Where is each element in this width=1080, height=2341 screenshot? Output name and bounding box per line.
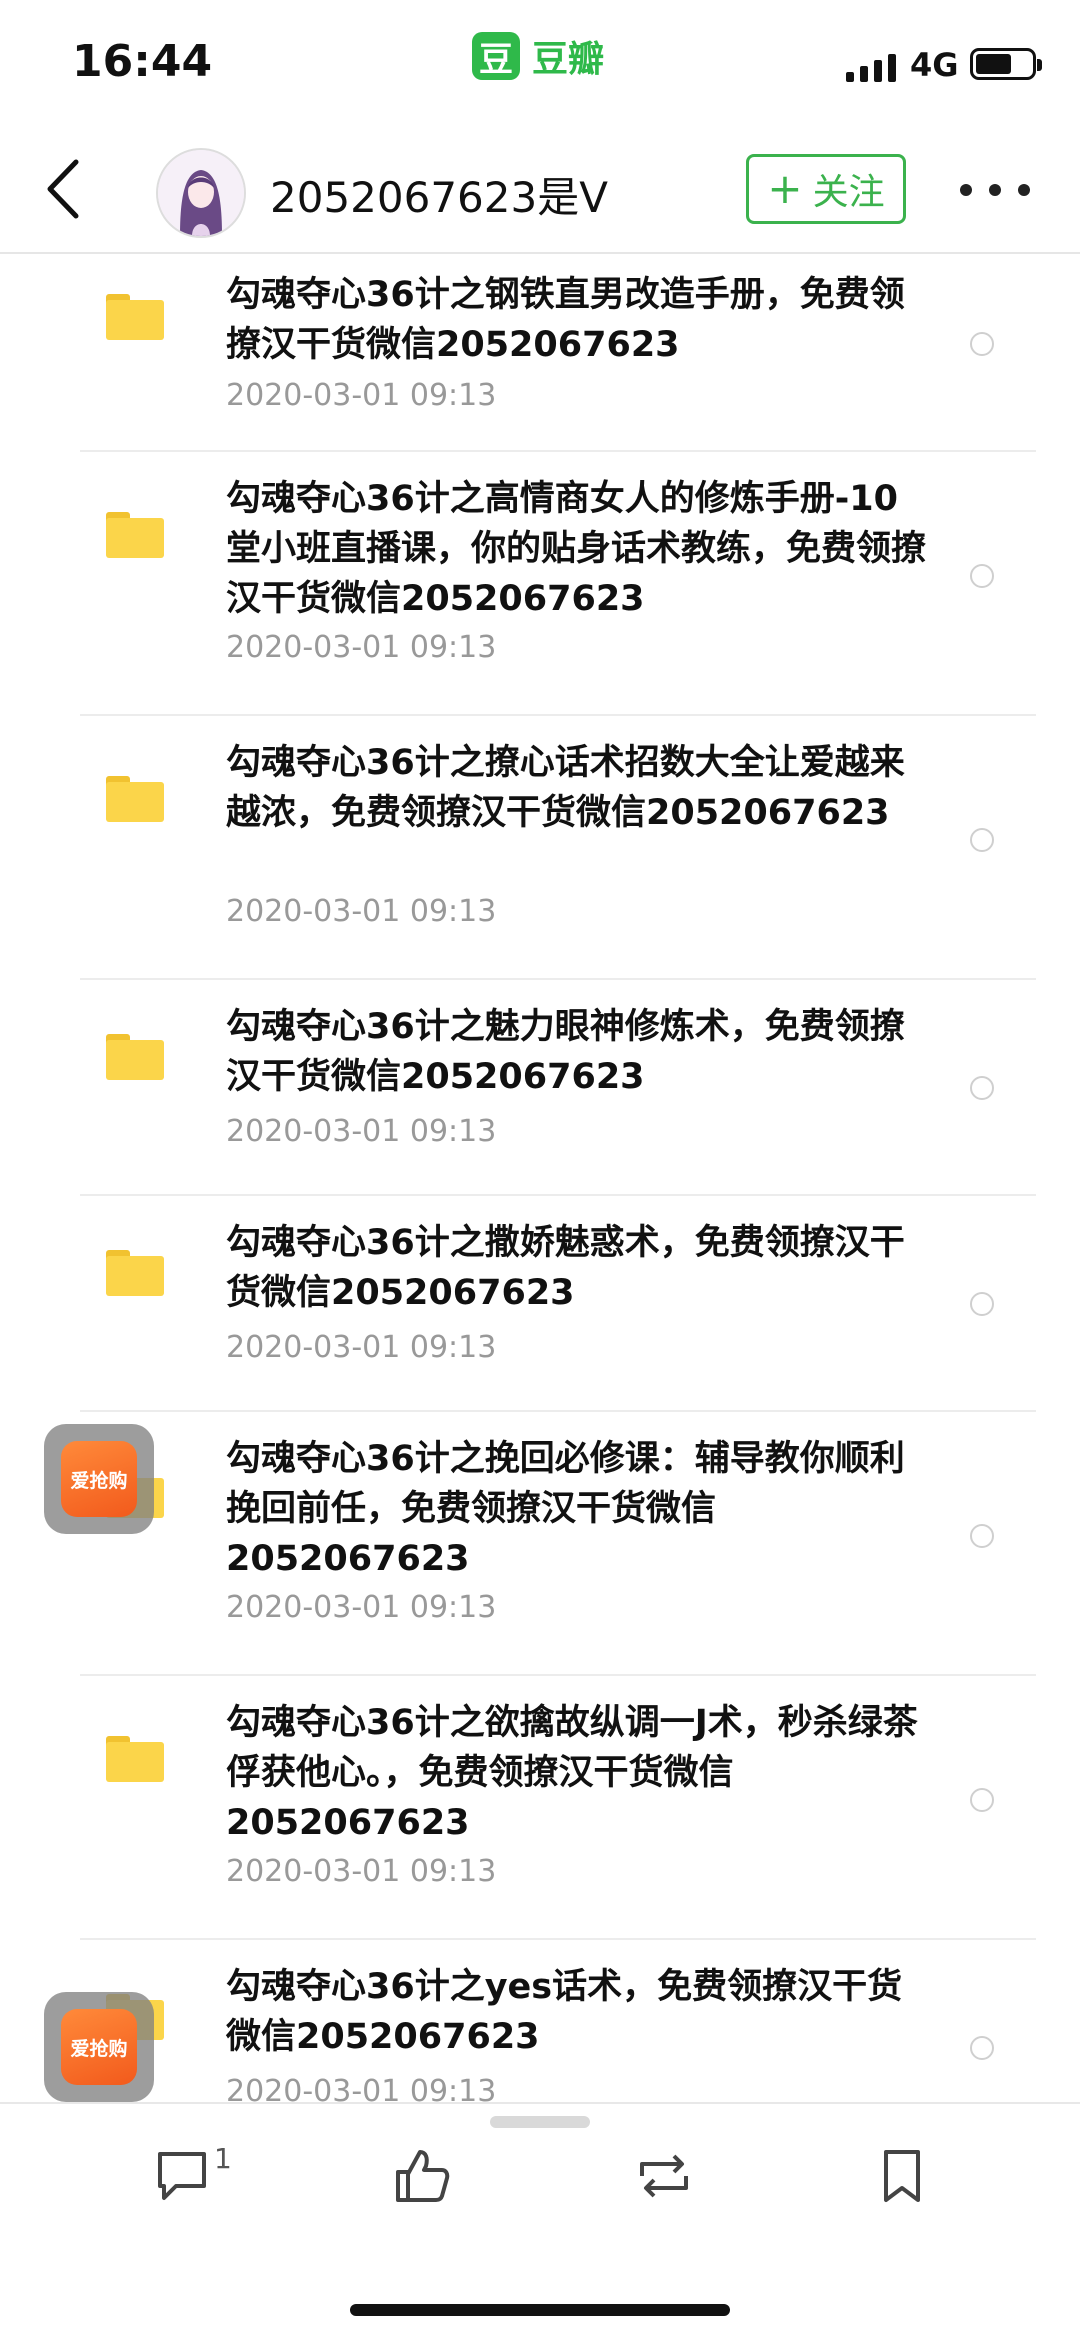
post-date: 2020-03-01 09:13 <box>226 2074 497 2102</box>
select-radio[interactable] <box>970 2036 994 2060</box>
status-app-indicator: 豆 豆瓣 <box>472 30 604 82</box>
battery-icon <box>970 48 1042 80</box>
follow-label: 关注 <box>812 172 885 213</box>
bookmark-icon <box>884 2150 920 2202</box>
home-indicator <box>350 2304 730 2316</box>
select-radio[interactable] <box>970 332 994 356</box>
select-radio[interactable] <box>970 564 994 588</box>
bottom-action-bar: 1 <box>0 2102 1080 2341</box>
post-date: 2020-03-01 09:13 <box>226 1590 497 1625</box>
list-item[interactable]: 勾魂夺心36计之yes话术，免费领撩汉干货微信2052067623 2020-0… <box>80 1938 1036 2102</box>
back-button[interactable] <box>36 154 96 224</box>
shop-badge-label: 爱抢购 <box>61 2009 137 2085</box>
shop-badge-label: 爱抢购 <box>61 1441 137 1517</box>
post-date: 2020-03-01 09:13 <box>226 630 497 665</box>
post-title: 勾魂夺心36计之撒娇魅惑术，免费领撩汉干货微信2052067623 <box>226 1223 905 1313</box>
like-icon <box>396 2150 450 2202</box>
dot-icon <box>960 184 972 196</box>
post-title: 勾魂夺心36计之魅力眼神修炼术，免费领撩汉干货微信2052067623 <box>226 1007 905 1097</box>
post-title: 勾魂夺心36计之高情商女人的修炼手册-10堂小班直播课，你的贴身话术教练，免费领… <box>226 479 927 619</box>
folder-icon <box>106 1034 164 1080</box>
avatar[interactable] <box>156 148 246 238</box>
status-time: 16:44 <box>72 36 213 87</box>
select-radio[interactable] <box>970 828 994 852</box>
more-options-button[interactable] <box>960 170 1030 210</box>
post-date: 2020-03-01 09:13 <box>226 378 497 413</box>
dot-icon <box>1018 184 1030 196</box>
chevron-left-icon <box>47 159 79 219</box>
post-list: 勾魂夺心36计之钢铁直男改造手册，免费领撩汉干货微信2052067623 202… <box>0 252 1080 2102</box>
list-item[interactable]: 勾魂夺心36计之高情商女人的修炼手册-10堂小班直播课，你的贴身话术教练，免费领… <box>80 450 1036 716</box>
avatar-image <box>158 150 244 236</box>
like-button[interactable] <box>372 2146 472 2236</box>
profile-username[interactable]: 2052067623是V <box>270 164 608 225</box>
floating-shop-badge[interactable]: 爱抢购 <box>44 1424 154 1534</box>
folder-icon <box>106 776 164 822</box>
folder-icon <box>106 294 164 340</box>
comment-count: 1 <box>214 2142 232 2175</box>
post-date: 2020-03-01 09:13 <box>226 894 497 929</box>
floating-shop-badge[interactable]: 爱抢购 <box>44 1992 154 2102</box>
list-item[interactable]: 勾魂夺心36计之挽回必修课：辅导教你顺利挽回前任，免费领撩汉干货微信205206… <box>80 1410 1036 1676</box>
post-date: 2020-03-01 09:13 <box>226 1114 497 1149</box>
plus-icon: + <box>767 164 803 213</box>
folder-icon <box>106 1250 164 1296</box>
folder-icon <box>106 1736 164 1782</box>
select-radio[interactable] <box>970 1292 994 1316</box>
list-item[interactable]: 勾魂夺心36计之钢铁直男改造手册，免费领撩汉干货微信2052067623 202… <box>80 252 1036 450</box>
folder-icon <box>106 512 164 558</box>
post-title: 勾魂夺心36计之挽回必修课：辅导教你顺利挽回前任，免费领撩汉干货微信205206… <box>226 1439 905 1579</box>
repost-icon <box>640 2154 688 2198</box>
list-item[interactable]: 勾魂夺心36计之欲擒故纵调一J术，秒杀绿茶俘获他心。，免费领撩汉干货微信2052… <box>80 1674 1036 1940</box>
post-title: 勾魂夺心36计之欲擒故纵调一J术，秒杀绿茶俘获他心。，免费领撩汉干货微信2052… <box>226 1703 918 1843</box>
post-title: 勾魂夺心36计之yes话术，免费领撩汉干货微信2052067623 <box>226 1967 903 2057</box>
douban-logo-icon: 豆 <box>472 32 520 80</box>
network-type: 4G <box>910 46 959 84</box>
follow-button[interactable]: + 关注 <box>746 154 906 224</box>
list-item[interactable]: 勾魂夺心36计之撒娇魅惑术，免费领撩汉干货微信2052067623 2020-0… <box>80 1194 1036 1412</box>
dot-icon <box>989 184 1001 196</box>
post-date: 2020-03-01 09:13 <box>226 1854 497 1889</box>
top-nav-bar: 2052067623是V + 关注 <box>0 130 1080 254</box>
post-date: 2020-03-01 09:13 <box>226 1330 497 1365</box>
list-item[interactable]: 勾魂夺心36计之魅力眼神修炼术，免费领撩汉干货微信2052067623 2020… <box>80 978 1036 1196</box>
bookmark-button[interactable] <box>852 2146 952 2236</box>
signal-icon <box>846 50 896 82</box>
list-item[interactable]: 勾魂夺心36计之撩心话术招数大全让爱越来越浓，免费领撩汉干货微信20520676… <box>80 714 1036 980</box>
status-app-name: 豆瓣 <box>532 39 605 80</box>
select-radio[interactable] <box>970 1788 994 1812</box>
status-bar: 16:44 豆 豆瓣 4G <box>0 0 1080 130</box>
post-title: 勾魂夺心36计之撩心话术招数大全让爱越来越浓，免费领撩汉干货微信20520676… <box>226 743 905 833</box>
post-title: 勾魂夺心36计之钢铁直男改造手册，免费领撩汉干货微信2052067623 <box>226 275 905 365</box>
drag-handle[interactable] <box>490 2116 590 2128</box>
select-radio[interactable] <box>970 1524 994 1548</box>
select-radio[interactable] <box>970 1076 994 1100</box>
comment-icon <box>158 2152 206 2200</box>
repost-button[interactable] <box>612 2146 712 2236</box>
comment-button[interactable]: 1 <box>132 2142 232 2236</box>
